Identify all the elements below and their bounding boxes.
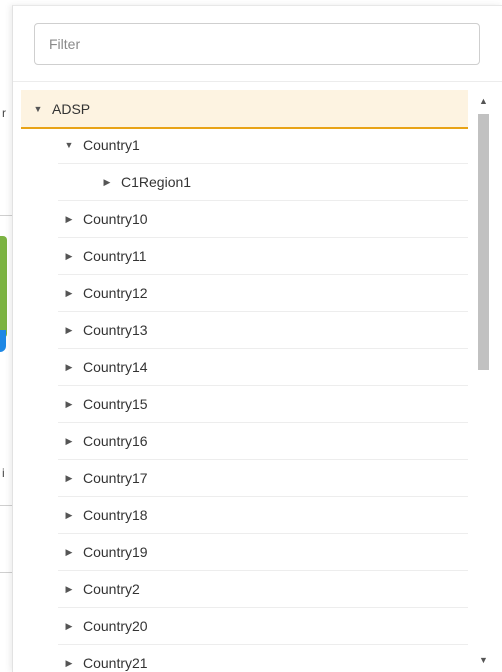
caret-right-icon[interactable]: ▶ xyxy=(62,362,76,373)
tree-node-label: Country12 xyxy=(83,285,148,301)
scrollbar-thumb[interactable] xyxy=(478,114,489,370)
caret-right-icon[interactable]: ▶ xyxy=(62,547,76,558)
filter-input[interactable] xyxy=(34,23,480,65)
caret-right-icon[interactable]: ▶ xyxy=(62,584,76,595)
tree-node-country[interactable]: ▶ Country10 xyxy=(58,201,468,238)
tree-node-country[interactable]: ▶ Country20 xyxy=(58,608,468,645)
tree-node-label: ADSP xyxy=(52,100,91,117)
tree-node-label: Country17 xyxy=(83,470,148,486)
tree-dropdown-panel: ▼ ADSP ▼ Country1 ▶ C1Region1 ▶ Country10… xyxy=(12,5,502,672)
tree-node-label: Country13 xyxy=(83,322,148,338)
tree-node-label: Country15 xyxy=(83,396,148,412)
caret-right-icon[interactable]: ▶ xyxy=(62,251,76,262)
tree-node-label: Country14 xyxy=(83,359,148,375)
background-divider xyxy=(0,505,12,506)
caret-down-icon[interactable]: ▼ xyxy=(62,140,76,150)
tree-node-adsp[interactable]: ▼ ADSP xyxy=(21,90,468,129)
scroll-up-arrow-icon[interactable]: ▲ xyxy=(475,93,492,109)
tree-node-country1[interactable]: ▼ Country1 xyxy=(58,127,468,164)
tree-node-label: C1Region1 xyxy=(121,174,192,190)
tree-node-country[interactable]: ▶ Country18 xyxy=(58,497,468,534)
scroll-down-arrow-icon[interactable]: ▼ xyxy=(475,652,492,668)
background-text-fragment: r xyxy=(2,106,6,120)
tree-node-label: Country20 xyxy=(83,618,148,634)
tree-node-country[interactable]: ▶ Country17 xyxy=(58,460,468,497)
tree-node-label: Country16 xyxy=(83,433,148,449)
background-app: r i xyxy=(0,0,12,671)
filter-area xyxy=(13,6,502,82)
background-green-block xyxy=(0,236,7,338)
tree-node-label: Country21 xyxy=(83,655,148,671)
tree-node-country[interactable]: ▶ Country2 xyxy=(58,571,468,608)
tree-node-country[interactable]: ▶ Country19 xyxy=(58,534,468,571)
caret-down-icon[interactable]: ▼ xyxy=(31,104,45,114)
tree-node-label: Country18 xyxy=(83,507,148,523)
caret-right-icon[interactable]: ▶ xyxy=(62,288,76,299)
caret-right-icon[interactable]: ▶ xyxy=(62,214,76,225)
tree-node-country[interactable]: ▶ Country12 xyxy=(58,275,468,312)
caret-right-icon[interactable]: ▶ xyxy=(100,177,114,188)
caret-right-icon[interactable]: ▶ xyxy=(62,436,76,447)
tree-node-country[interactable]: ▶ Country11 xyxy=(58,238,468,275)
tree-node-country[interactable]: ▶ Country16 xyxy=(58,423,468,460)
background-divider xyxy=(0,215,12,216)
caret-right-icon[interactable]: ▶ xyxy=(62,510,76,521)
background-blue-block xyxy=(0,330,6,352)
tree-node-label: Country1 xyxy=(83,137,140,153)
caret-right-icon[interactable]: ▶ xyxy=(62,621,76,632)
tree-node-country[interactable]: ▶ Country15 xyxy=(58,386,468,423)
tree-node-label: Country11 xyxy=(83,248,147,264)
caret-right-icon[interactable]: ▶ xyxy=(62,473,76,484)
tree-node-label: Country19 xyxy=(83,544,148,560)
caret-right-icon[interactable]: ▶ xyxy=(62,658,76,669)
caret-right-icon[interactable]: ▶ xyxy=(62,399,76,410)
caret-right-icon[interactable]: ▶ xyxy=(62,325,76,336)
tree-node-c1region1[interactable]: ▶ C1Region1 xyxy=(58,164,468,201)
tree-node-country[interactable]: ▶ Country21 xyxy=(58,645,468,672)
tree-node-label: Country2 xyxy=(83,581,140,597)
vertical-scrollbar[interactable]: ▲ ▼ xyxy=(475,93,492,668)
tree-node-country[interactable]: ▶ Country13 xyxy=(58,312,468,349)
tree-view: ▼ ADSP ▼ Country1 ▶ C1Region1 ▶ Country10… xyxy=(21,90,468,672)
tree-node-country[interactable]: ▶ Country14 xyxy=(58,349,468,386)
background-text-fragment: i xyxy=(2,466,5,480)
background-divider xyxy=(0,572,12,573)
tree-node-label: Country10 xyxy=(83,211,148,227)
